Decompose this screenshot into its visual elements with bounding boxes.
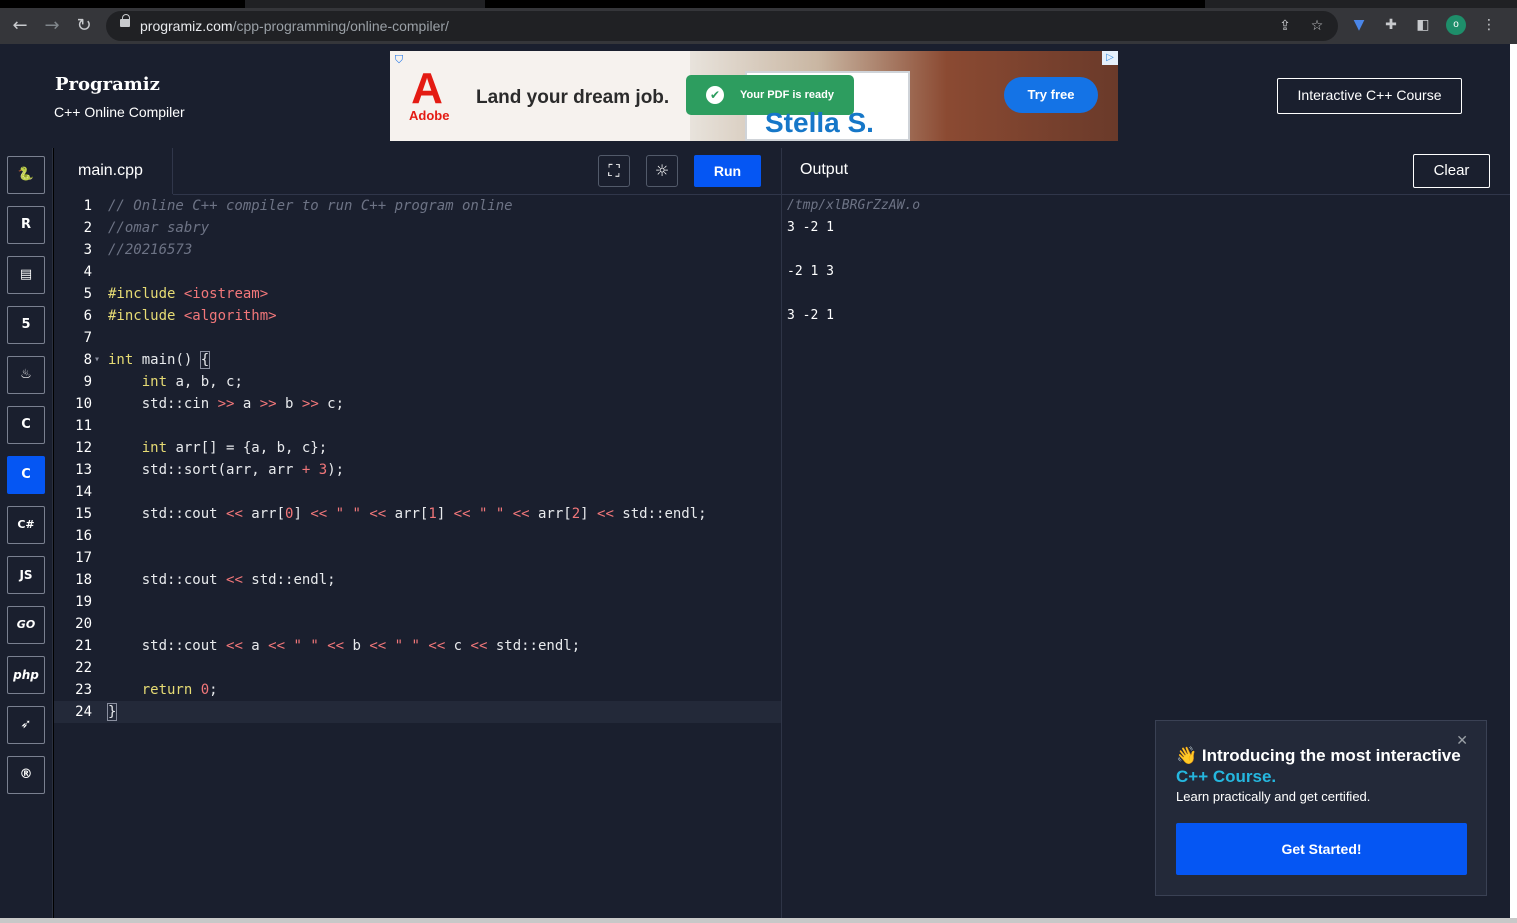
clear-button[interactable]: Clear (1413, 154, 1490, 188)
share-icon[interactable]: ⇪ (1276, 17, 1294, 35)
csharp-icon[interactable]: C# (7, 506, 45, 544)
interactive-course-button[interactable]: Interactive C++ Course (1277, 78, 1462, 114)
extensions-puzzle-icon[interactable]: ✚ (1382, 16, 1400, 34)
java-icon[interactable]: ♨ (7, 356, 45, 394)
c-language-icon[interactable]: C (7, 406, 45, 444)
fold-arrow-icon[interactable]: ▾ (94, 349, 100, 371)
theme-toggle-icon[interactable]: ☼ (646, 155, 678, 187)
ad-headline: Land your dream job. (476, 87, 670, 108)
shield-extension-icon[interactable]: ▼ (1350, 16, 1368, 34)
sql-database-icon[interactable]: ▤ (7, 256, 45, 294)
output-line: 3 -2 1 (787, 308, 834, 323)
go-icon[interactable]: GO (7, 606, 45, 644)
window-edge (1510, 44, 1517, 923)
output-line: -2 1 3 (787, 264, 834, 279)
page-subtitle: C++ Online Compiler (54, 104, 185, 120)
file-tab-main-cpp[interactable]: main.cpp (54, 148, 173, 196)
output-binary-path: /tmp/xlBRGrZzAW.o (787, 198, 921, 213)
browser-toolbar: ← → ↻ programiz.com/cpp-programming/onli… (0, 8, 1517, 44)
rust-icon[interactable]: ® (7, 756, 45, 794)
promo-title: 👋 Introducing the most interactive C++ C… (1176, 746, 1461, 786)
browser-menu-icon[interactable]: ⋮ (1480, 16, 1498, 34)
ad-name: Stella S. (765, 107, 874, 138)
fullscreen-icon[interactable]: ⛶ (598, 155, 630, 187)
forward-icon[interactable]: → (40, 14, 64, 38)
get-started-button[interactable]: Get Started! (1176, 823, 1467, 875)
language-sidebar: 🐍 R ▤ 5 ♨ C C C# JS GO php ➶ ® (0, 148, 53, 918)
ad-brand: Adobe (409, 108, 450, 123)
adchoices-icon[interactable]: ▷ (1102, 51, 1118, 65)
output-line: 3 -2 1 (787, 220, 834, 235)
editor-toolbar: main.cpp ⛶ ☼ Run (54, 148, 781, 196)
adobe-logo-icon: A (411, 64, 443, 113)
programiz-logo[interactable]: Programiz (55, 74, 160, 95)
javascript-icon[interactable]: JS (7, 556, 45, 594)
reload-icon[interactable]: ↻ (72, 14, 96, 38)
output-header: Output Clear (782, 148, 1511, 195)
code-editor: main.cpp ⛶ ☼ Run 1// Online C++ compiler… (54, 148, 781, 918)
lock-icon[interactable] (120, 14, 130, 27)
code-area[interactable]: 1// Online C++ compiler to run C++ progr… (54, 195, 781, 918)
run-button[interactable]: Run (694, 155, 761, 187)
url-text[interactable]: programiz.com/cpp-programming/online-com… (140, 18, 449, 34)
ad-privacy-icon[interactable]: ⛉ (392, 53, 406, 67)
r-language-icon[interactable]: R (7, 206, 45, 244)
address-bar[interactable]: programiz.com/cpp-programming/online-com… (106, 11, 1338, 41)
taskbar-edge (0, 918, 1517, 923)
php-icon[interactable]: php (7, 656, 45, 694)
side-panel-icon[interactable]: ◧ (1414, 16, 1432, 34)
browser-tab-strip (0, 0, 1517, 8)
swift-icon[interactable]: ➶ (7, 706, 45, 744)
promo-subtitle: Learn practically and get certified. (1176, 789, 1371, 804)
html5-icon[interactable]: 5 (7, 306, 45, 344)
course-promo-popup: ✕ 👋 Introducing the most interactive C++… (1155, 720, 1487, 896)
bookmark-star-icon[interactable]: ☆ (1308, 17, 1326, 35)
back-icon[interactable]: ← (8, 14, 32, 38)
cpp-icon[interactable]: C (7, 456, 45, 494)
check-icon: ✔ (706, 86, 724, 104)
profile-avatar[interactable]: o (1446, 15, 1466, 35)
output-title: Output (800, 161, 849, 178)
python-icon[interactable]: 🐍 (7, 156, 45, 194)
advertisement-banner[interactable]: ⛉ A Adobe Land your dream job. ✔ Your PD… (390, 51, 1118, 141)
ad-try-free-button[interactable]: Try free (1004, 77, 1098, 113)
app-header: Programiz C++ Online Compiler ⛉ A Adobe … (0, 44, 1510, 148)
